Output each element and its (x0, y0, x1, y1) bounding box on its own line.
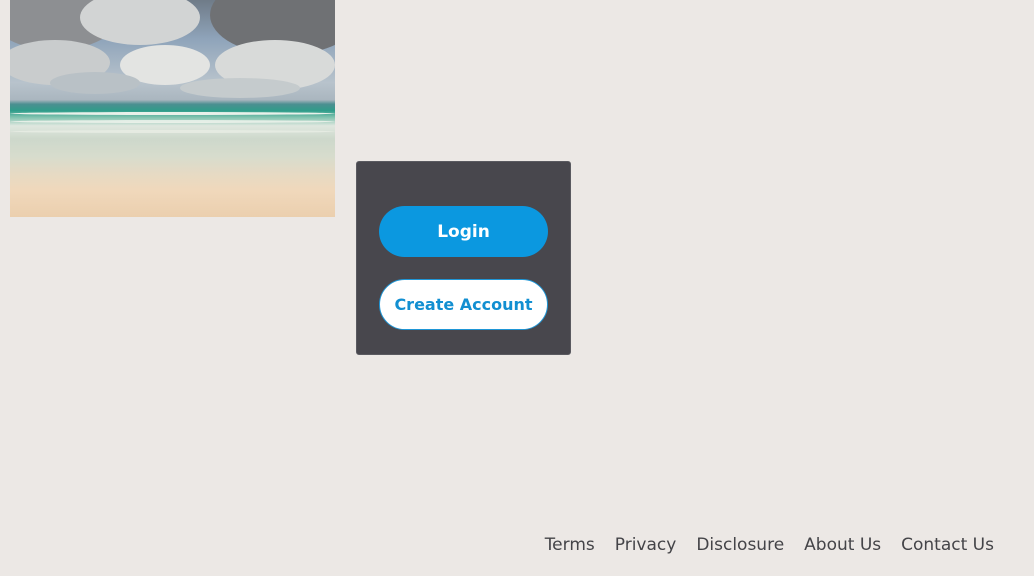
wave-line (10, 130, 335, 133)
cloud-shape (180, 78, 300, 98)
footer-link-disclosure[interactable]: Disclosure (696, 535, 784, 555)
footer-nav: Terms Privacy Disclosure About Us Contac… (545, 535, 994, 555)
footer-link-contact-us[interactable]: Contact Us (901, 535, 994, 555)
cloud-shape (50, 72, 140, 94)
login-button[interactable]: Login (379, 206, 548, 257)
footer-link-terms[interactable]: Terms (545, 535, 595, 555)
footer-link-privacy[interactable]: Privacy (615, 535, 677, 555)
wave-line (10, 112, 335, 115)
beach-image (10, 0, 335, 217)
auth-panel: Login Create Account (356, 161, 571, 355)
footer-link-about-us[interactable]: About Us (804, 535, 881, 555)
create-account-button[interactable]: Create Account (379, 279, 548, 330)
wave-line (10, 120, 335, 123)
